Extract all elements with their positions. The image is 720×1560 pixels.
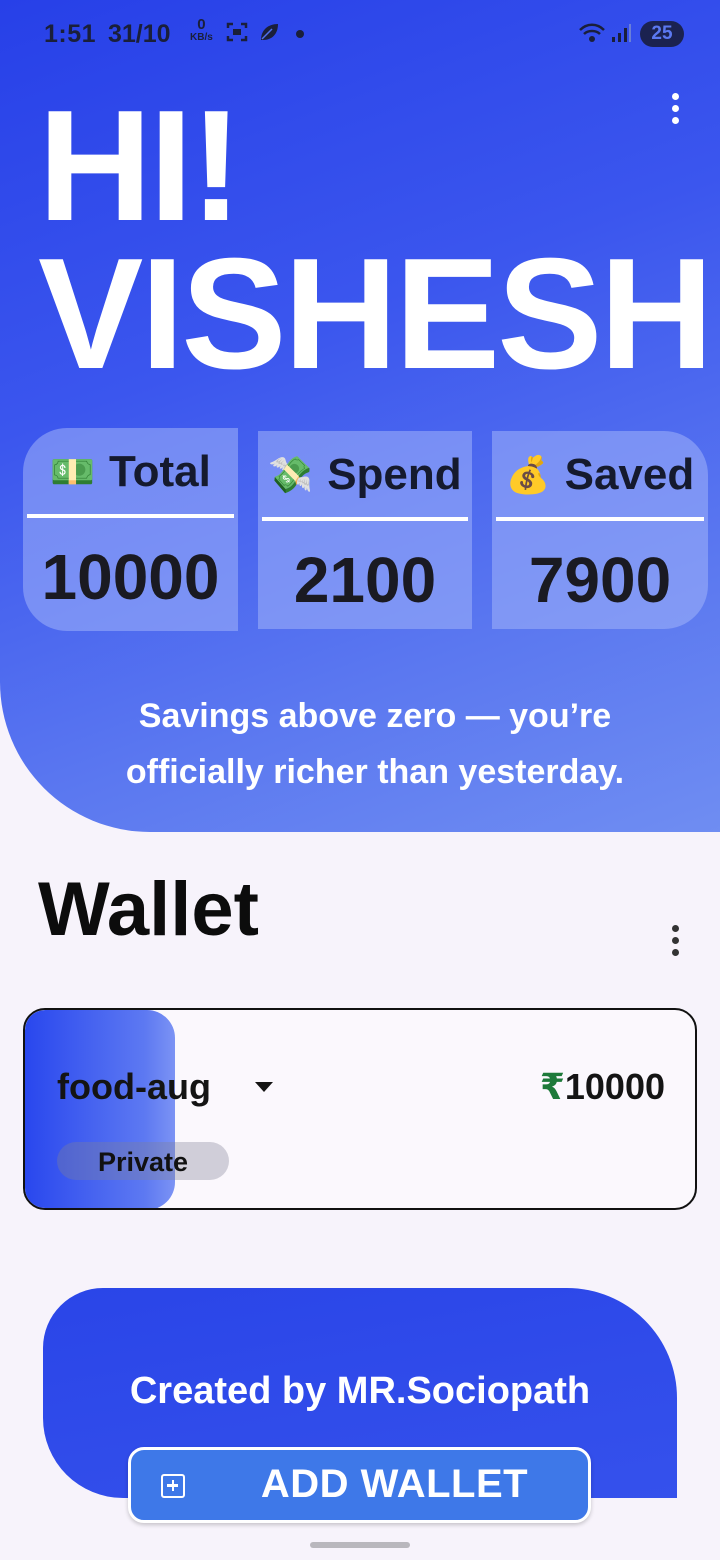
home-indicator[interactable] xyxy=(310,1542,410,1548)
net-speed-value: 0 xyxy=(197,16,206,33)
greeting-line-1: HI! xyxy=(38,78,243,254)
stat-label-saved: Saved xyxy=(564,450,695,499)
stat-card-total: 💵 Total 10000 xyxy=(23,428,238,631)
stat-card-spend: 💸 Spend 2100 xyxy=(258,431,472,629)
screenshot-icon xyxy=(226,22,248,42)
wallet-balance: ₹10000 xyxy=(540,1066,665,1108)
currency-symbol: ₹ xyxy=(539,1066,565,1107)
signal-icon xyxy=(612,24,631,42)
add-box-icon xyxy=(161,1474,185,1498)
status-bar: 1:51 31/10 0 KB/s 25 xyxy=(0,0,720,70)
status-date: 31/10 xyxy=(108,20,171,48)
kebab-dot xyxy=(672,937,679,944)
greeting: HI! VISHESH xyxy=(38,78,714,402)
greeting-line-2: VISHESH xyxy=(38,226,714,402)
wifi-icon xyxy=(579,23,605,42)
footer-credit: Created by MR.Sociopath xyxy=(129,1370,591,1412)
stat-value-total: 10000 xyxy=(41,541,220,613)
kebab-dot xyxy=(672,949,679,956)
net-speed: 0 KB/s xyxy=(190,16,213,43)
add-wallet-label: ADD WALLET xyxy=(260,1462,529,1506)
wallet-section-title: Wallet xyxy=(38,867,259,952)
leaf-icon xyxy=(261,24,278,40)
visibility-badge: Private xyxy=(57,1142,229,1180)
wallet-card[interactable]: food-aug ₹10000 Private xyxy=(23,1008,697,1210)
status-time: 1:51 xyxy=(44,20,97,48)
money-wings-icon: 💸 xyxy=(268,454,314,495)
stat-value-saved: 7900 xyxy=(528,544,672,616)
stat-header: 💰 Saved xyxy=(492,445,708,505)
divider xyxy=(262,517,468,521)
wallet-menu-button[interactable] xyxy=(669,925,681,959)
add-wallet-button[interactable]: ADD WALLET xyxy=(128,1447,591,1523)
divider xyxy=(27,514,234,518)
motivational-quote: Savings above zero — you’re officially r… xyxy=(125,697,625,791)
net-speed-unit: KB/s xyxy=(190,32,213,43)
battery-icon: 25 xyxy=(640,21,684,47)
stat-header: 💸 Spend xyxy=(258,445,472,505)
wallet-balance-value: 10000 xyxy=(564,1066,665,1107)
wallet-name: food-aug xyxy=(57,1066,211,1107)
stat-label-spend: Spend xyxy=(327,450,462,499)
money-bill-icon: 💵 xyxy=(50,451,95,492)
chevron-down-icon[interactable] xyxy=(255,1082,273,1092)
header-panel: 1:51 31/10 0 KB/s 25 HI! VISHESH 💵 Total… xyxy=(0,0,720,832)
dot-icon xyxy=(296,30,304,38)
stat-value-spend: 2100 xyxy=(293,544,437,616)
stat-header: 💵 Total xyxy=(23,442,238,502)
divider xyxy=(496,517,704,521)
kebab-dot xyxy=(672,925,679,932)
stat-card-saved: 💰 Saved 7900 xyxy=(492,431,708,629)
money-bag-icon: 💰 xyxy=(505,454,551,495)
stat-label-total: Total xyxy=(108,447,211,496)
